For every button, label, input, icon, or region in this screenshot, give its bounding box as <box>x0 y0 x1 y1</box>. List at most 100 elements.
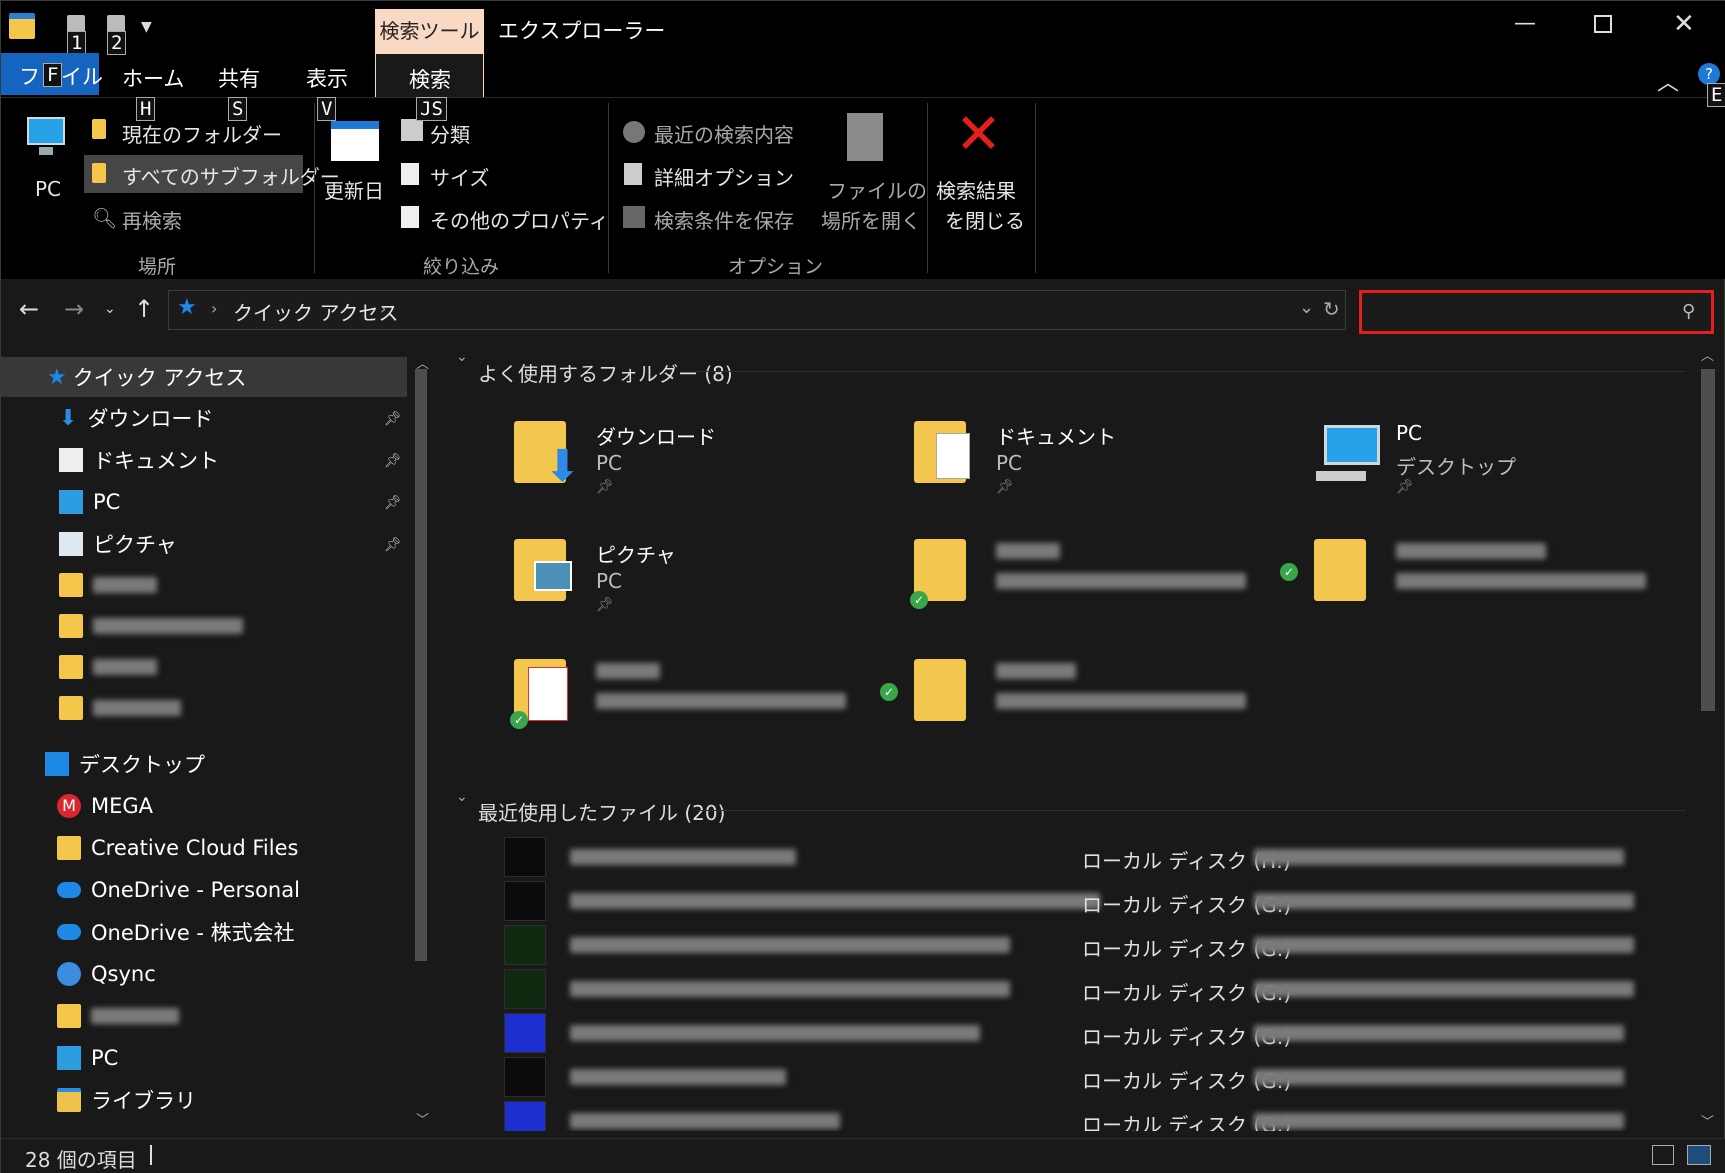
current-folder-button[interactable]: 現在のフォルダー <box>122 119 282 148</box>
back-button[interactable]: ← <box>19 295 39 323</box>
folder-tile-pc[interactable]: PC デスクトップ 📌︎ <box>1314 421 1654 531</box>
pc-icon <box>57 1046 81 1070</box>
search-box[interactable]: ⚲ <box>1359 290 1714 334</box>
folder-tile-downloads[interactable]: ⬇ ダウンロード PC 📌︎ <box>514 421 854 531</box>
help-icon[interactable]: ? <box>1698 63 1720 85</box>
nav-qsync[interactable]: Qsync <box>1 954 407 994</box>
recent-file-row[interactable]: ローカル ディスク (G:) <box>504 1101 1684 1131</box>
recent-file-row[interactable]: ローカル ディスク (G:) <box>504 969 1684 1009</box>
open-file-location-line2[interactable]: 場所を開く <box>821 205 921 234</box>
size-button[interactable]: サイズ <box>430 162 489 191</box>
address-bar[interactable]: ★ › クイック アクセス › ⌄ ↻ <box>168 290 1346 330</box>
recent-file-row[interactable]: ローカル ディスク (H:) <box>504 837 1684 877</box>
nav-item-pc[interactable]: PC <box>1 482 407 522</box>
pin-icon[interactable]: 📌︎ <box>384 537 402 553</box>
pc-ribbon-label: PC <box>35 177 62 201</box>
folder-tile-documents[interactable]: ドキュメント PC 📌︎ <box>914 421 1254 531</box>
nav-onedrive-company[interactable]: OneDrive - 株式会社 <box>1 912 407 952</box>
folder-tile-blurred[interactable]: ✓ <box>1280 539 1654 649</box>
scroll-up-icon[interactable]: ︿ <box>1701 345 1714 364</box>
nav-item-downloads[interactable]: ⬇ ダウンロード <box>1 398 407 438</box>
tab-search-label: 検索 <box>409 68 451 92</box>
close-search-line1[interactable]: 検索結果 <box>936 175 1016 204</box>
nav-scroll-thumb[interactable] <box>415 369 427 961</box>
nav-library[interactable]: ライブラリ <box>1 1080 407 1120</box>
save-search-button[interactable]: 検索条件を保存 <box>654 205 794 234</box>
search-input[interactable] <box>1368 299 1668 325</box>
nav-item-documents[interactable]: ドキュメント <box>1 440 407 480</box>
nav-mega[interactable]: M MEGA <box>1 786 407 826</box>
nav-item-blurred[interactable] <box>1 606 407 646</box>
nav-quick-access[interactable]: ★ クイック アクセス <box>1 357 407 397</box>
recent-file-row[interactable]: ローカル ディスク (G:) <box>504 1013 1684 1053</box>
tab-search[interactable]: 検索 <box>375 53 484 98</box>
collapse-recent-icon[interactable]: ⌄ <box>456 789 468 805</box>
nav-item-blurred[interactable] <box>1 647 407 687</box>
keytip-help: E <box>1707 83 1725 107</box>
nav-item-pictures[interactable]: ピクチャ <box>1 524 407 564</box>
pin-icon[interactable]: 📌︎ <box>384 453 402 469</box>
folder-tile-blurred[interactable]: ✓ <box>880 659 1254 769</box>
nav-user-blurred[interactable] <box>1 996 407 1036</box>
large-icons-view-icon[interactable] <box>1687 1145 1711 1165</box>
close-search-line2[interactable]: を閉じる <box>945 205 1025 234</box>
nav-desktop[interactable]: デスクトップ <box>1 744 407 784</box>
content-scroll-thumb[interactable] <box>1701 369 1715 711</box>
content-scrollbar[interactable]: ︿ ﹀ <box>1697 341 1719 1131</box>
search-again-button[interactable]: 再検索 <box>122 205 182 234</box>
folder-tile-blurred[interactable]: ✓ <box>910 539 1254 649</box>
nav-scrollbar[interactable]: ︿ ﹀ <box>411 353 433 1133</box>
close-search-icon: ✕ <box>955 102 1002 167</box>
monitor-stand <box>39 147 53 155</box>
group-refine-label: 絞り込み <box>423 256 500 278</box>
pin-icon[interactable]: 📌︎ <box>384 411 402 427</box>
tile-sub: デスクトップ <box>1396 455 1516 479</box>
recent-files-header[interactable]: 最近使用したファイル (20) <box>478 797 725 826</box>
chevron-right-icon: › <box>211 299 218 318</box>
qat-dropdown-icon[interactable]: ▼ <box>141 19 152 35</box>
other-properties-button[interactable]: その他のプロパティ <box>430 205 609 234</box>
recent-file-row[interactable]: ローカル ディスク (G:) <box>504 925 1684 965</box>
scroll-down-icon[interactable]: ﹀ <box>1701 1111 1714 1130</box>
size-icon <box>401 163 419 185</box>
sync-ok-icon: ✓ <box>1280 563 1298 581</box>
up-button[interactable]: ↑ <box>134 295 154 323</box>
folder-tile-blurred[interactable]: ✓ <box>510 659 854 769</box>
nav-item-blurred[interactable] <box>1 565 407 605</box>
refresh-icon[interactable]: ↻ <box>1323 297 1340 321</box>
address-dropdown-icon[interactable]: ⌄ <box>1299 297 1314 318</box>
nav-item-blurred[interactable] <box>1 688 407 728</box>
date-modified-button[interactable]: 更新日 <box>324 175 384 204</box>
pc-ribbon-button[interactable] <box>23 113 71 157</box>
kind-button[interactable]: 分類 <box>430 119 470 148</box>
minimize-button[interactable]: — <box>1514 11 1536 36</box>
forward-button[interactable]: → <box>64 295 84 323</box>
tab-share[interactable]: 共有 <box>218 63 260 93</box>
tab-home[interactable]: ホーム <box>122 63 184 93</box>
recent-searches-button[interactable]: 最近の検索内容 <box>654 119 794 148</box>
chevron-right-icon[interactable]: › <box>380 299 386 318</box>
collapse-ribbon-icon[interactable]: ︿ <box>1657 65 1679 97</box>
save-search-icon <box>623 206 645 228</box>
recent-file-row[interactable]: ローカル ディスク (G:) <box>504 881 1684 921</box>
collapse-frequent-icon[interactable]: ⌄ <box>456 349 468 365</box>
nav-creative-cloud[interactable]: Creative Cloud Files <box>1 828 407 868</box>
advanced-options-button[interactable]: 詳細オプション <box>654 162 794 191</box>
details-view-icon[interactable] <box>1652 1145 1674 1165</box>
library-icon <box>57 1088 81 1112</box>
maximize-button[interactable] <box>1594 15 1612 33</box>
open-file-location-line1[interactable]: ファイルの <box>827 175 927 204</box>
tab-file[interactable]: ファイル F <box>1 53 103 95</box>
frequent-folders-header[interactable]: よく使用するフォルダー (8) <box>478 358 733 387</box>
all-subfolders-button[interactable]: すべてのサブフォルダー <box>84 155 340 193</box>
scroll-down-icon[interactable]: ﹀ <box>416 1109 429 1128</box>
breadcrumb-quick-access[interactable]: クイック アクセス <box>233 297 398 326</box>
pin-icon[interactable]: 📌︎ <box>384 495 402 511</box>
tab-view[interactable]: 表示 <box>306 63 348 93</box>
nav-pc[interactable]: PC <box>1 1038 407 1078</box>
recent-file-row[interactable]: ローカル ディスク (G:) <box>504 1057 1684 1097</box>
close-button[interactable]: ✕ <box>1673 9 1695 39</box>
recent-locations-icon[interactable]: ⌄ <box>104 301 116 317</box>
folder-tile-pictures[interactable]: ピクチャ PC 📌︎ <box>514 539 854 649</box>
nav-onedrive-personal[interactable]: OneDrive - Personal <box>1 870 407 910</box>
